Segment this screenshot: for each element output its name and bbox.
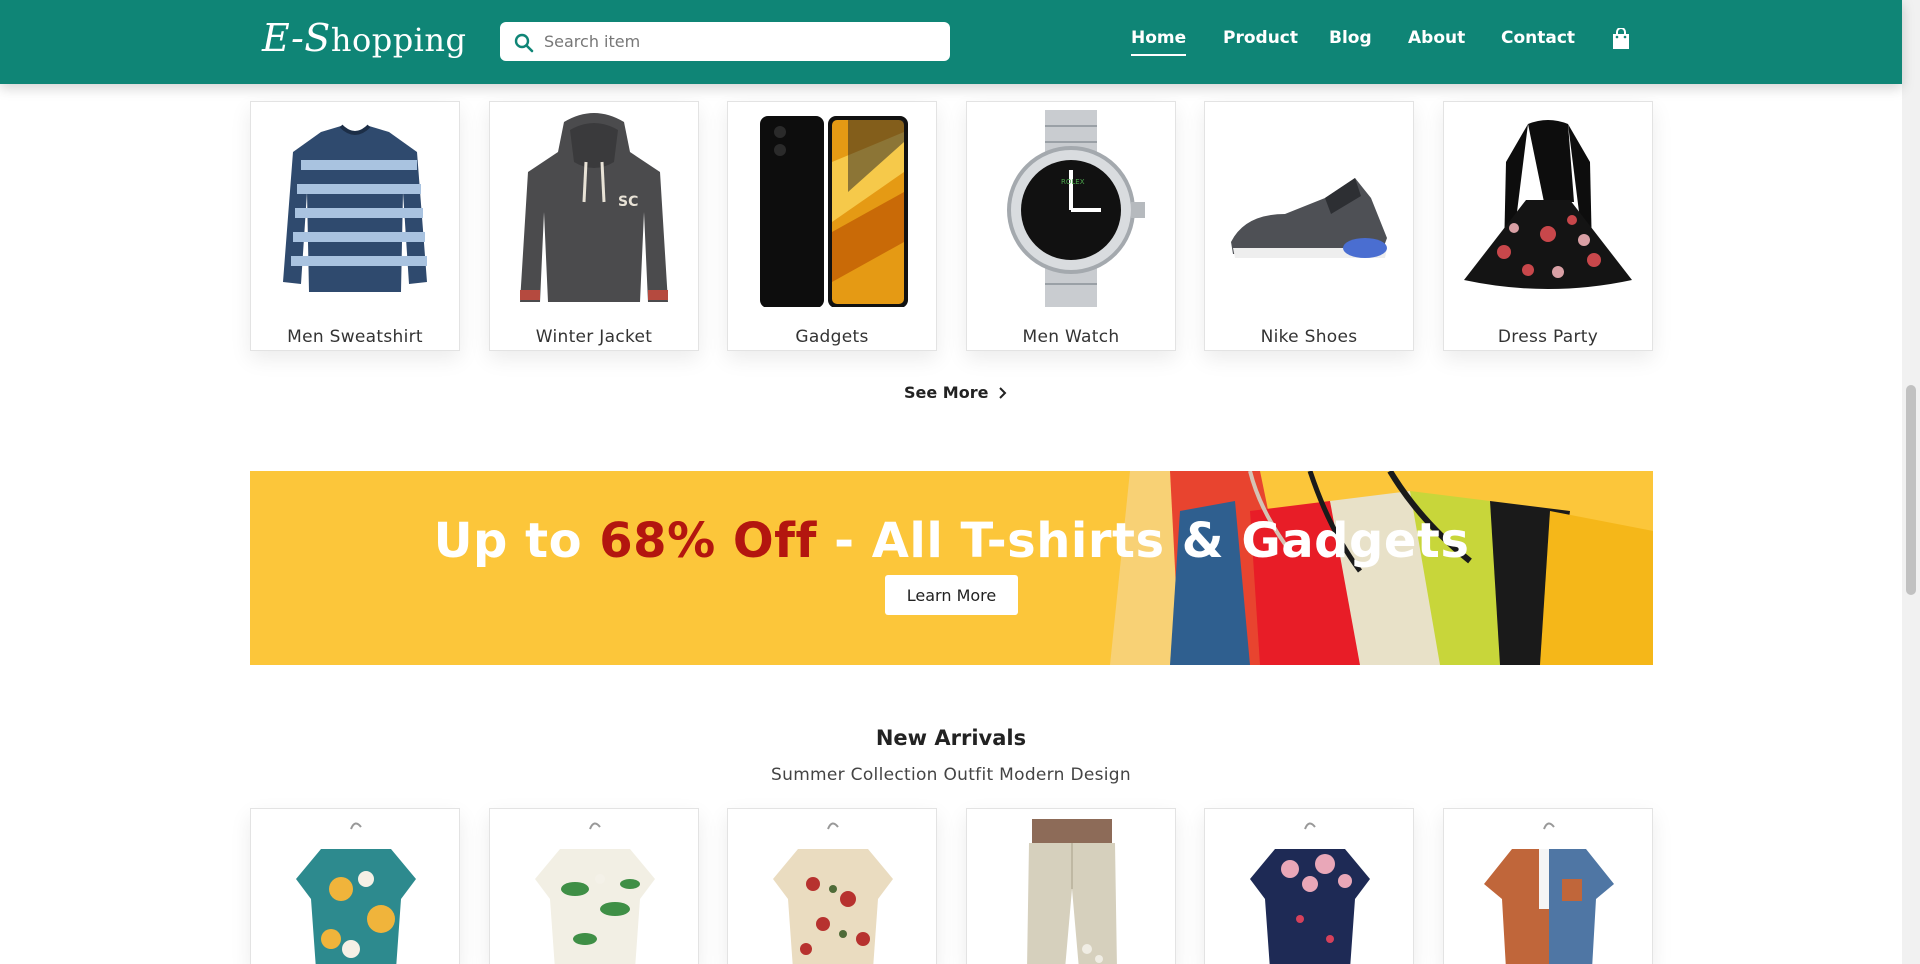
category-card[interactable]: SC Winter Jacket [489, 101, 699, 351]
category-card[interactable]: Men Sweatshirt [250, 101, 460, 351]
site-logo[interactable]: E-Shopping [262, 16, 467, 60]
category-card[interactable]: Dress Party [1443, 101, 1653, 351]
dress-image [1464, 120, 1632, 289]
see-more-link[interactable]: See More [904, 383, 1008, 402]
category-label: Gadgets [795, 327, 869, 347]
category-label: Dress Party [1497, 327, 1599, 347]
category-card[interactable]: Nike Shoes [1204, 101, 1414, 351]
floral-shirt-image [535, 822, 655, 964]
sweatshirt-image [283, 124, 427, 292]
search-input[interactable] [544, 22, 934, 61]
shoe-image [1231, 178, 1387, 258]
jacket-image: SC [520, 113, 668, 302]
banner-title-pre: Up to [433, 513, 600, 569]
category-label: Nike Shoes [1260, 327, 1358, 347]
linen-pants-image [1027, 819, 1117, 964]
product-card[interactable] [727, 808, 937, 964]
see-more-label: See More [904, 383, 989, 402]
learn-more-button[interactable]: Learn More [885, 575, 1018, 615]
scrollbar-thumb[interactable] [1906, 385, 1916, 595]
category-label: Men Sweatshirt [287, 327, 423, 347]
watch-image: ROLEX [1007, 110, 1145, 307]
nav-contact[interactable]: Contact [1501, 28, 1575, 48]
product-card[interactable] [250, 808, 460, 964]
svg-text:SC: SC [618, 194, 638, 210]
nav-home[interactable]: Home [1131, 28, 1187, 56]
logo-text: hopping [330, 21, 467, 59]
page-scrollbar[interactable] [1902, 0, 1920, 964]
search-bar [500, 22, 950, 61]
category-label: Men Watch [1022, 327, 1120, 347]
site-header: E-Shopping Home Product Blog About Conta… [0, 0, 1902, 84]
promo-banner: Up to 68% Off - All T-shirts & Gadgets L… [250, 471, 1653, 665]
corduroy-shirt-image [1484, 822, 1614, 964]
search-icon[interactable] [514, 33, 534, 53]
banner-title: Up to 68% Off - All T-shirts & Gadgets [250, 513, 1653, 569]
nav-product[interactable]: Product [1223, 28, 1298, 48]
shopping-bag-icon[interactable] [1612, 28, 1630, 50]
logo-initial: E-S [262, 16, 331, 60]
chevron-right-icon [999, 387, 1007, 399]
product-card[interactable] [1204, 808, 1414, 964]
nav-about[interactable]: About [1408, 28, 1465, 48]
new-arrivals-subtitle: Summer Collection Outfit Modern Design [771, 765, 1131, 785]
svg-text:ROLEX: ROLEX [1061, 178, 1085, 186]
product-card[interactable] [1443, 808, 1653, 964]
rose-shirt-image [773, 822, 893, 964]
banner-discount: 68% Off [599, 513, 817, 569]
hawaiian-shirt-image [296, 822, 416, 964]
category-label: Winter Jacket [535, 327, 653, 347]
nav-blog[interactable]: Blog [1329, 28, 1372, 48]
banner-title-post: - All T-shirts & Gadgets [816, 513, 1470, 569]
navy-floral-shirt-image [1250, 822, 1370, 964]
product-card[interactable] [489, 808, 699, 964]
product-card[interactable] [966, 808, 1176, 964]
category-card[interactable]: ROLEX Men Watch [966, 101, 1176, 351]
category-card[interactable]: Gadgets [727, 101, 937, 351]
new-arrivals-title: New Arrivals [875, 726, 1027, 750]
phone-image [760, 116, 908, 307]
